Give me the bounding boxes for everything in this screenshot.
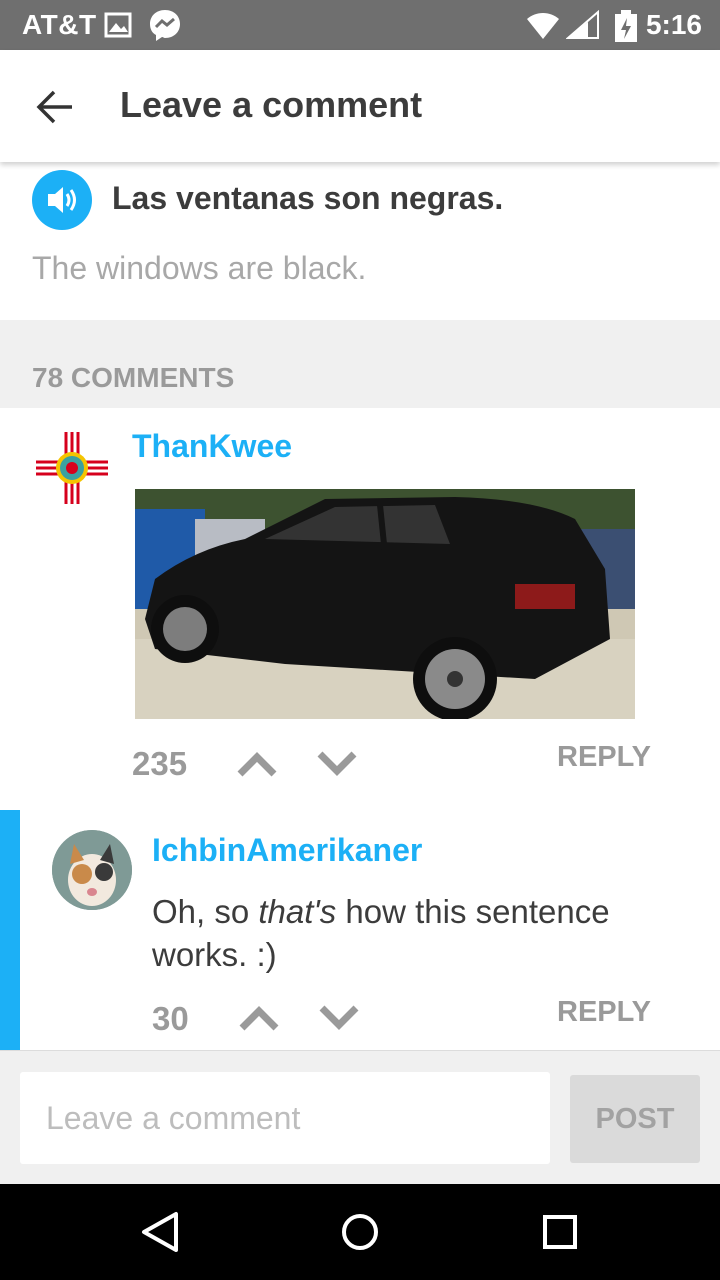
nav-recents-icon[interactable] bbox=[536, 1208, 584, 1256]
upvote-icon[interactable] bbox=[236, 750, 278, 778]
comment-reply: IchbinAmerikaner Oh, so that's how this … bbox=[0, 810, 720, 1051]
post-button[interactable]: POST bbox=[570, 1075, 700, 1163]
sentence-card: Las ventanas son negras. The windows are… bbox=[0, 162, 720, 321]
downvote-icon[interactable] bbox=[318, 1004, 360, 1032]
nav-home-icon[interactable] bbox=[336, 1208, 384, 1256]
reply-button[interactable]: REPLY bbox=[557, 741, 651, 774]
signal-icon bbox=[566, 10, 599, 39]
wifi-icon bbox=[527, 13, 559, 39]
system-nav-bar bbox=[0, 1184, 720, 1280]
sentence-spanish: Las ventanas son negras. bbox=[112, 180, 504, 216]
vote-count: 235 bbox=[132, 745, 188, 782]
avatar[interactable] bbox=[52, 830, 132, 910]
comment-username[interactable]: IchbinAmerikaner bbox=[152, 832, 422, 869]
nav-back-icon[interactable] bbox=[136, 1208, 184, 1256]
sentence-translation: The windows are black. bbox=[32, 250, 367, 286]
comments-count: 78 COMMENTS bbox=[32, 362, 235, 393]
reply-thread-indicator bbox=[0, 810, 20, 1050]
status-bar: AT&T 5:16 bbox=[0, 0, 720, 50]
avatar[interactable] bbox=[34, 430, 110, 506]
reply-button[interactable]: REPLY bbox=[557, 996, 651, 1029]
speaker-icon bbox=[48, 187, 76, 213]
comment: ThanKwee 235 REPLY bbox=[0, 408, 720, 811]
comments-header: 78 COMMENTS bbox=[0, 320, 720, 409]
comment-text: Oh, so that's how this sentence works. :… bbox=[152, 890, 692, 976]
battery-icon bbox=[615, 10, 637, 42]
comment-composer: POST bbox=[0, 1051, 720, 1184]
car-photo bbox=[135, 489, 635, 719]
speaker-button[interactable] bbox=[32, 170, 92, 230]
downvote-icon[interactable] bbox=[316, 750, 358, 778]
back-arrow-icon[interactable] bbox=[34, 86, 76, 128]
comment-input[interactable] bbox=[20, 1072, 550, 1164]
comment-text-emphasis: that's bbox=[258, 893, 337, 930]
upvote-icon[interactable] bbox=[238, 1004, 280, 1032]
clock: 5:16 bbox=[645, 9, 702, 40]
carrier-label: AT&T bbox=[22, 9, 97, 40]
app-bar: Leave a comment bbox=[0, 50, 720, 162]
page-title: Leave a comment bbox=[120, 84, 423, 125]
comment-text-start: Oh, so bbox=[152, 893, 259, 930]
messenger-notification-icon bbox=[150, 10, 180, 41]
vote-count: 30 bbox=[152, 1000, 189, 1037]
cat-avatar bbox=[52, 830, 132, 910]
comment-username[interactable]: ThanKwee bbox=[132, 428, 292, 465]
comment-photo[interactable] bbox=[135, 489, 635, 719]
gallery-notification-icon bbox=[104, 12, 132, 38]
